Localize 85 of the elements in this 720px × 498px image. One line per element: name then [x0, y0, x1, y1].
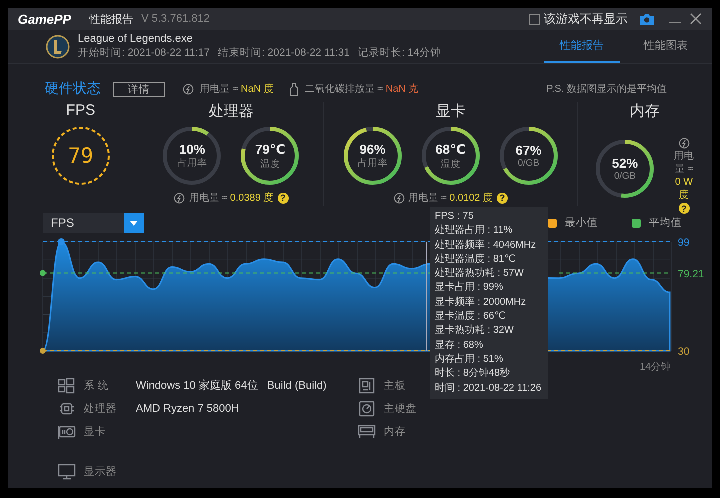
- info-label: 系 统: [84, 378, 110, 392]
- metric-dropdown[interactable]: FPS: [43, 213, 144, 233]
- legend-label: 最小值: [565, 216, 598, 230]
- windows-icon: [58, 378, 76, 394]
- note-text: P.S. 数据图显示的是平均值: [546, 83, 667, 96]
- tooltip-line: 处理器频率 : 4046MHz: [435, 238, 538, 253]
- section-title: 硬件状态: [45, 80, 101, 98]
- camera-icon[interactable]: [640, 14, 654, 24]
- end-time: 结束时间: 2021-08-22 11:31: [218, 46, 350, 60]
- power-icon: [183, 84, 194, 94]
- tooltip-line: 时间 : 2021-08-22 11:26: [435, 382, 543, 396]
- info-label: 显卡: [84, 424, 107, 438]
- tooltip-line: 显存 : 68%: [435, 338, 484, 353]
- gauge-value: 52%: [612, 156, 638, 171]
- tooltip-line: FPS : 75: [435, 210, 475, 224]
- graphics-card-icon: [58, 424, 76, 440]
- axis-label: 14分钟: [640, 360, 672, 374]
- gauge-title: 处理器: [208, 102, 254, 121]
- gauge-title: 显卡: [436, 102, 466, 121]
- axis-label: 30: [678, 346, 690, 358]
- gauge-value: 10%: [179, 142, 206, 157]
- gauge-value: 68℃: [436, 142, 466, 158]
- tooltip-line: 内存占用 : 51%: [435, 352, 504, 367]
- checkbox-label: 该游戏不再显示: [544, 10, 628, 28]
- tooltip-line: 显卡频率 : 2000MHz: [435, 296, 528, 310]
- game-icon: [46, 34, 70, 58]
- window-title: 性能报告: [89, 12, 134, 26]
- details-button[interactable]: 详情: [113, 82, 165, 96]
- motherboard-icon: [358, 378, 376, 394]
- power-usage: 用电量 ≈ 0.0102 度: [408, 192, 493, 205]
- gauge-label: 温度: [260, 158, 280, 170]
- gauge-value: 96%: [360, 142, 386, 157]
- power-usage: 用电量 ≈ 0.0389 度: [189, 192, 274, 205]
- bottle-icon: [290, 82, 299, 96]
- gauge-label: 温度: [440, 158, 461, 170]
- info-label: 处理器: [84, 402, 118, 416]
- tooltip-line: 显卡温度 : 66℃: [435, 310, 507, 324]
- gauge-label: 0/GB: [614, 171, 636, 182]
- gauge-label: 占用率: [358, 157, 388, 170]
- caret-icon: [130, 220, 138, 226]
- info-label: 主硬盘: [384, 402, 418, 416]
- tooltip-line: 显卡热功耗 : 32W: [435, 324, 515, 338]
- tooltip-line: 处理器热功耗 : 57W: [435, 267, 525, 282]
- tooltip-line: 处理器占用 : 11%: [435, 224, 514, 238]
- info-value: Windows 10 家庭版 64位 Build (Build): [136, 378, 327, 393]
- help-icon[interactable]: ?: [496, 192, 508, 204]
- tab[interactable]: 性能图表: [628, 30, 704, 63]
- tab[interactable]: 性能报告: [544, 30, 620, 63]
- co2-emission: 二氧化碳排放量 ≈ NaN 克: [304, 82, 419, 96]
- fps-value: 79: [68, 144, 94, 168]
- legend-label: 平均值: [649, 216, 682, 230]
- power-icon: [394, 192, 405, 204]
- monitor-icon: [58, 464, 76, 480]
- power-usage: 用电量 ≈ NaN 度: [200, 82, 274, 96]
- info-label: 显示器: [84, 464, 118, 478]
- power-icon: [174, 192, 186, 204]
- game-name: League of Legends.exe: [78, 33, 194, 45]
- average-point: [40, 270, 46, 276]
- help-icon[interactable]: ?: [278, 192, 289, 204]
- chip-icon: [58, 400, 76, 416]
- axis-label: 79.21: [678, 268, 704, 280]
- memory-icon: [358, 424, 376, 440]
- info-label: 内存: [384, 424, 407, 438]
- power-icon: [678, 138, 690, 149]
- start-time: 开始时间: 2021-08-22 11:17: [78, 46, 210, 60]
- gauge-title: 内存: [630, 102, 660, 121]
- min-point: [40, 348, 46, 354]
- info-value: AMD Ryzen 7 5800H: [136, 402, 240, 414]
- version-label: V 5.3.761.812: [141, 13, 210, 25]
- gauge-label: 0/GB: [518, 158, 540, 169]
- power-usage: 用电量 ≈ 0 W度: [673, 150, 696, 202]
- axis-label: 99: [678, 237, 690, 249]
- gauge-title: FPS: [66, 102, 96, 119]
- close-icon[interactable]: [690, 13, 702, 25]
- info-label: 主板: [384, 378, 407, 392]
- gauge-label: 占用率: [177, 157, 208, 170]
- checkbox[interactable]: [529, 14, 540, 24]
- help-icon[interactable]: ?: [678, 203, 690, 214]
- tooltip-line: 显卡占用 : 99%: [435, 281, 504, 296]
- gauge-value: 67%: [516, 143, 542, 158]
- record-duration: 记录时长: 14分钟: [358, 46, 442, 60]
- tooltip-line: 时长 : 8分钟48秒: [435, 367, 512, 382]
- gauge-value: 79℃: [255, 142, 286, 158]
- app-logo: GamePP: [18, 12, 72, 26]
- tooltip-line: 处理器温度 : 81℃: [435, 252, 517, 267]
